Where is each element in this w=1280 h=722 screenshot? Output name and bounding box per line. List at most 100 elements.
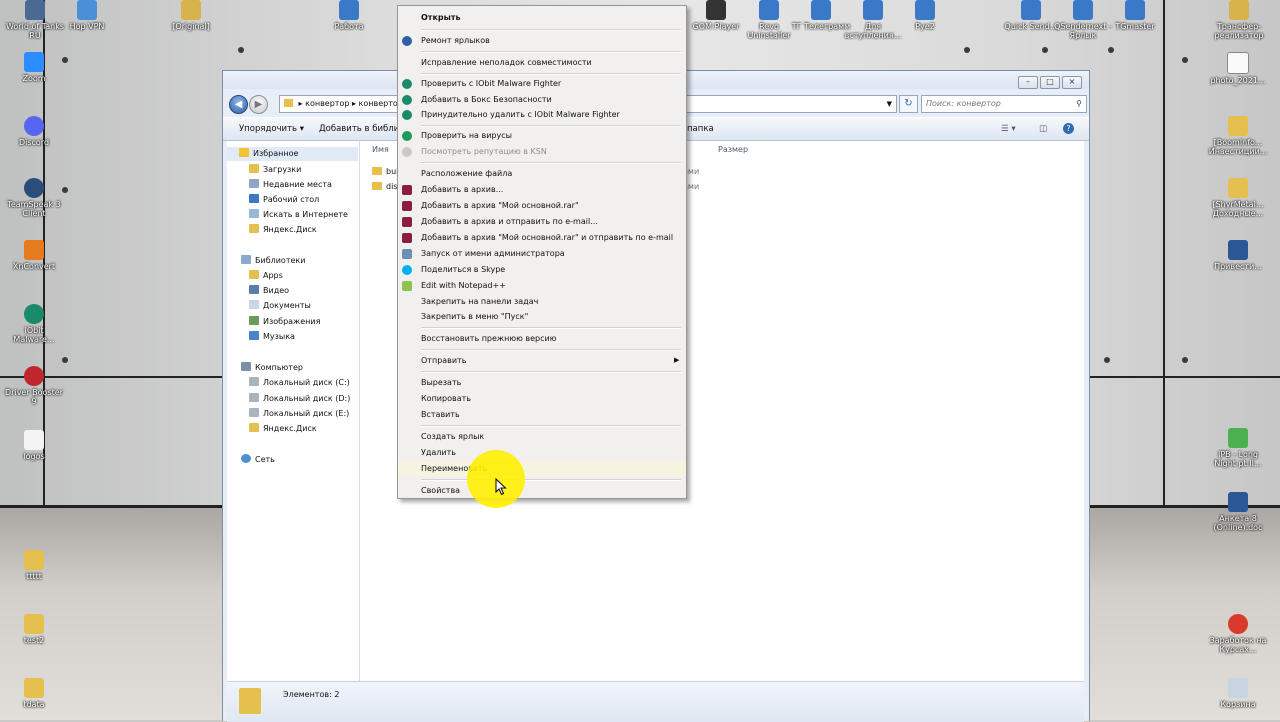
menu-item-scan-viruses[interactable]: Проверить на вирусы [398, 128, 686, 143]
menu-item-archive-and-email[interactable]: Добавить в архив и отправить по e-mail..… [398, 214, 686, 229]
nav-item-drive-c[interactable]: Локальный диск (C:) [249, 376, 350, 390]
list-item[interactable]: dis [372, 180, 397, 194]
maximize-button[interactable]: □ [1040, 76, 1060, 89]
nav-item-music[interactable]: Музыка [249, 330, 295, 344]
nav-item-yandex-disk[interactable]: Яндекс.Диск [249, 223, 317, 237]
nav-item-desktop[interactable]: Рабочий стол [249, 193, 319, 207]
menu-item-restore-version[interactable]: Восстановить прежнюю версию [398, 331, 686, 346]
desktop-icon[interactable]: [Original] [161, 0, 221, 31]
folder-icon [1228, 116, 1248, 136]
desktop-icon[interactable]: Discord [4, 116, 64, 147]
list-item[interactable]: bui [372, 165, 398, 179]
menu-item-file-location[interactable]: Расположение файла [398, 166, 686, 181]
desktop-icon[interactable]: Revo Uninstaller [739, 0, 799, 40]
menu-item-troubleshoot-compatibility[interactable]: Исправление неполадок совместимости [398, 55, 686, 70]
menu-item-iobit-scan[interactable]: Проверить с IObit Malware Fighter [398, 76, 686, 91]
desktop-icon[interactable]: [Boomlnfo... Инвестиции... [1208, 116, 1268, 156]
menu-item-rename[interactable]: Переименовать [398, 461, 686, 476]
menu-item-iobit-safebox[interactable]: Добавить в Бокс Безопасности [398, 92, 686, 107]
desktop-icon[interactable]: QSendernext - Ярлык [1053, 0, 1113, 40]
search-input[interactable]: Поиск: конвертор ⚲ [921, 95, 1087, 113]
view-options-icon[interactable]: ☰ ▾ [1001, 118, 1016, 140]
breadcrumb-segment[interactable]: конвертор [305, 99, 349, 108]
desktop-icon[interactable]: [ShyrMetal... Доходные... [1208, 178, 1268, 218]
menu-item-repair-shortcuts[interactable]: Ремонт ярлыков [398, 33, 686, 48]
desktop-icon[interactable]: World of Tanks RU [5, 0, 65, 40]
menu-item-edit-notepadpp[interactable]: Edit with Notepad++ [398, 278, 686, 293]
desktop-icon[interactable]: Руе2 [895, 0, 955, 31]
desktop-icon[interactable]: IObit Malware... [4, 304, 64, 344]
desktop-icon[interactable]: Привести... [1208, 240, 1268, 271]
nav-item-apps[interactable]: Apps [249, 269, 283, 283]
folder-icon [181, 0, 201, 20]
close-button[interactable]: × [1062, 76, 1082, 89]
nav-item-pictures[interactable]: Изображения [249, 315, 320, 329]
column-header-name[interactable]: Имя [372, 141, 389, 158]
menu-item-ksn-reputation[interactable]: Посмотреть репутацию в KSN [398, 144, 686, 159]
new-folder-button[interactable]: папка [687, 118, 714, 140]
nav-computer-header[interactable]: Компьютер [241, 361, 303, 375]
back-button[interactable]: ◀ [229, 95, 248, 114]
menu-item-run-as-admin[interactable]: Запуск от имени администратора [398, 246, 686, 261]
desktop-icon[interactable]: XnConvert [4, 240, 64, 271]
desktop-icon[interactable]: test2 [4, 614, 64, 645]
app-icon [25, 0, 45, 20]
add-to-library-button[interactable]: Добавить в библиот [319, 118, 409, 140]
menu-item-properties[interactable]: Свойства [398, 483, 686, 498]
menu-item-share-skype[interactable]: Поделиться в Skype [398, 262, 686, 277]
minimize-button[interactable]: – [1018, 76, 1038, 89]
menu-item-send-to[interactable]: Отправить ▶ [398, 353, 686, 368]
forward-button[interactable]: ▶ [249, 95, 268, 114]
nav-item-drive-e[interactable]: Локальный диск (E:) [249, 407, 349, 421]
column-header-size[interactable]: Размер [718, 141, 748, 158]
desktop-icon[interactable]: Quick Send... [1001, 0, 1061, 31]
nav-network[interactable]: Сеть [241, 453, 275, 467]
desktop-icon[interactable]: tdata [4, 678, 64, 709]
desktop-icon[interactable]: Для вступления... [843, 0, 903, 40]
desktop-icon[interactable]: GOM Player [686, 0, 746, 31]
menu-item-rar-and-email[interactable]: Добавить в архив "Мой основной.rar" и от… [398, 230, 686, 245]
menu-item-create-shortcut[interactable]: Создать ярлык [398, 429, 686, 444]
nav-item-yandex-disk-computer[interactable]: Яндекс.Диск [249, 422, 317, 436]
organize-button[interactable]: Упорядочить ▾ [239, 118, 304, 140]
desktop-icon[interactable]: ttttt [4, 550, 64, 581]
menu-item-pin-taskbar[interactable]: Закрепить на панели задач [398, 294, 686, 309]
refresh-button[interactable]: ↻ [899, 95, 918, 113]
menu-item-paste[interactable]: Вставить [398, 407, 686, 422]
nav-item-recent[interactable]: Недавние места [249, 178, 332, 192]
desktop-icon[interactable]: Анкета 8 (Online).doc [1208, 492, 1268, 532]
nav-favorites-header[interactable]: Избранное [227, 147, 358, 161]
menu-item-pin-start[interactable]: Закрепить в меню "Пуск" [398, 309, 686, 324]
nav-item-documents[interactable]: Документы [249, 299, 311, 313]
desktop-icon[interactable]: TGmaster [1105, 0, 1165, 31]
desktop-icon[interactable]: logos [4, 430, 64, 461]
menu-item-cut[interactable]: Вырезать [398, 375, 686, 390]
menu-item-copy[interactable]: Копировать [398, 391, 686, 406]
desktop-icon[interactable]: photo_2021... [1208, 52, 1268, 85]
chevron-down-icon[interactable]: ▼ [887, 96, 892, 112]
desktop-icon[interactable]: Трансфер-реализатор [1209, 0, 1269, 40]
desktop-icon[interactable]: Работа [319, 0, 379, 31]
search-icon[interactable]: ⚲ [1076, 96, 1082, 112]
menu-item-add-to-archive[interactable]: Добавить в архив... [398, 182, 686, 197]
desktop-icon[interactable]: ТГ Телеграмм [791, 0, 851, 31]
nav-libraries-header[interactable]: Библиотеки [241, 254, 305, 268]
nav-item-drive-d[interactable]: Локальный диск (D:) [249, 392, 350, 406]
desktop-icon[interactable]: Hop VPN [57, 0, 117, 31]
menu-separator [421, 73, 681, 75]
nav-item-web-search[interactable]: Искать в Интернете [249, 208, 348, 222]
menu-item-delete[interactable]: Удалить [398, 445, 686, 460]
desktop-icon[interactable]: IPB - Long Night pt.II... [1208, 428, 1268, 468]
help-icon[interactable]: ? [1063, 123, 1074, 134]
preview-pane-icon[interactable]: ◫ [1039, 118, 1047, 140]
menu-item-open[interactable]: Открыть [398, 10, 686, 25]
nav-item-downloads[interactable]: Загрузки [249, 163, 301, 177]
desktop-icon[interactable]: Заработок на Курсах... [1208, 614, 1268, 654]
desktop-icon[interactable]: Zoom [4, 52, 64, 83]
desktop-icon[interactable]: TeamSpeak 3 Client [4, 178, 64, 218]
desktop-icon[interactable]: Корзина [1208, 678, 1268, 709]
menu-item-iobit-force-delete[interactable]: Принудительно удалить с IObit Malware Fi… [398, 107, 686, 122]
menu-item-add-to-rar[interactable]: Добавить в архив "Мой основной.rar" [398, 198, 686, 213]
desktop-icon[interactable]: Driver Booster 9 [4, 366, 64, 406]
nav-item-video[interactable]: Видео [249, 284, 289, 298]
